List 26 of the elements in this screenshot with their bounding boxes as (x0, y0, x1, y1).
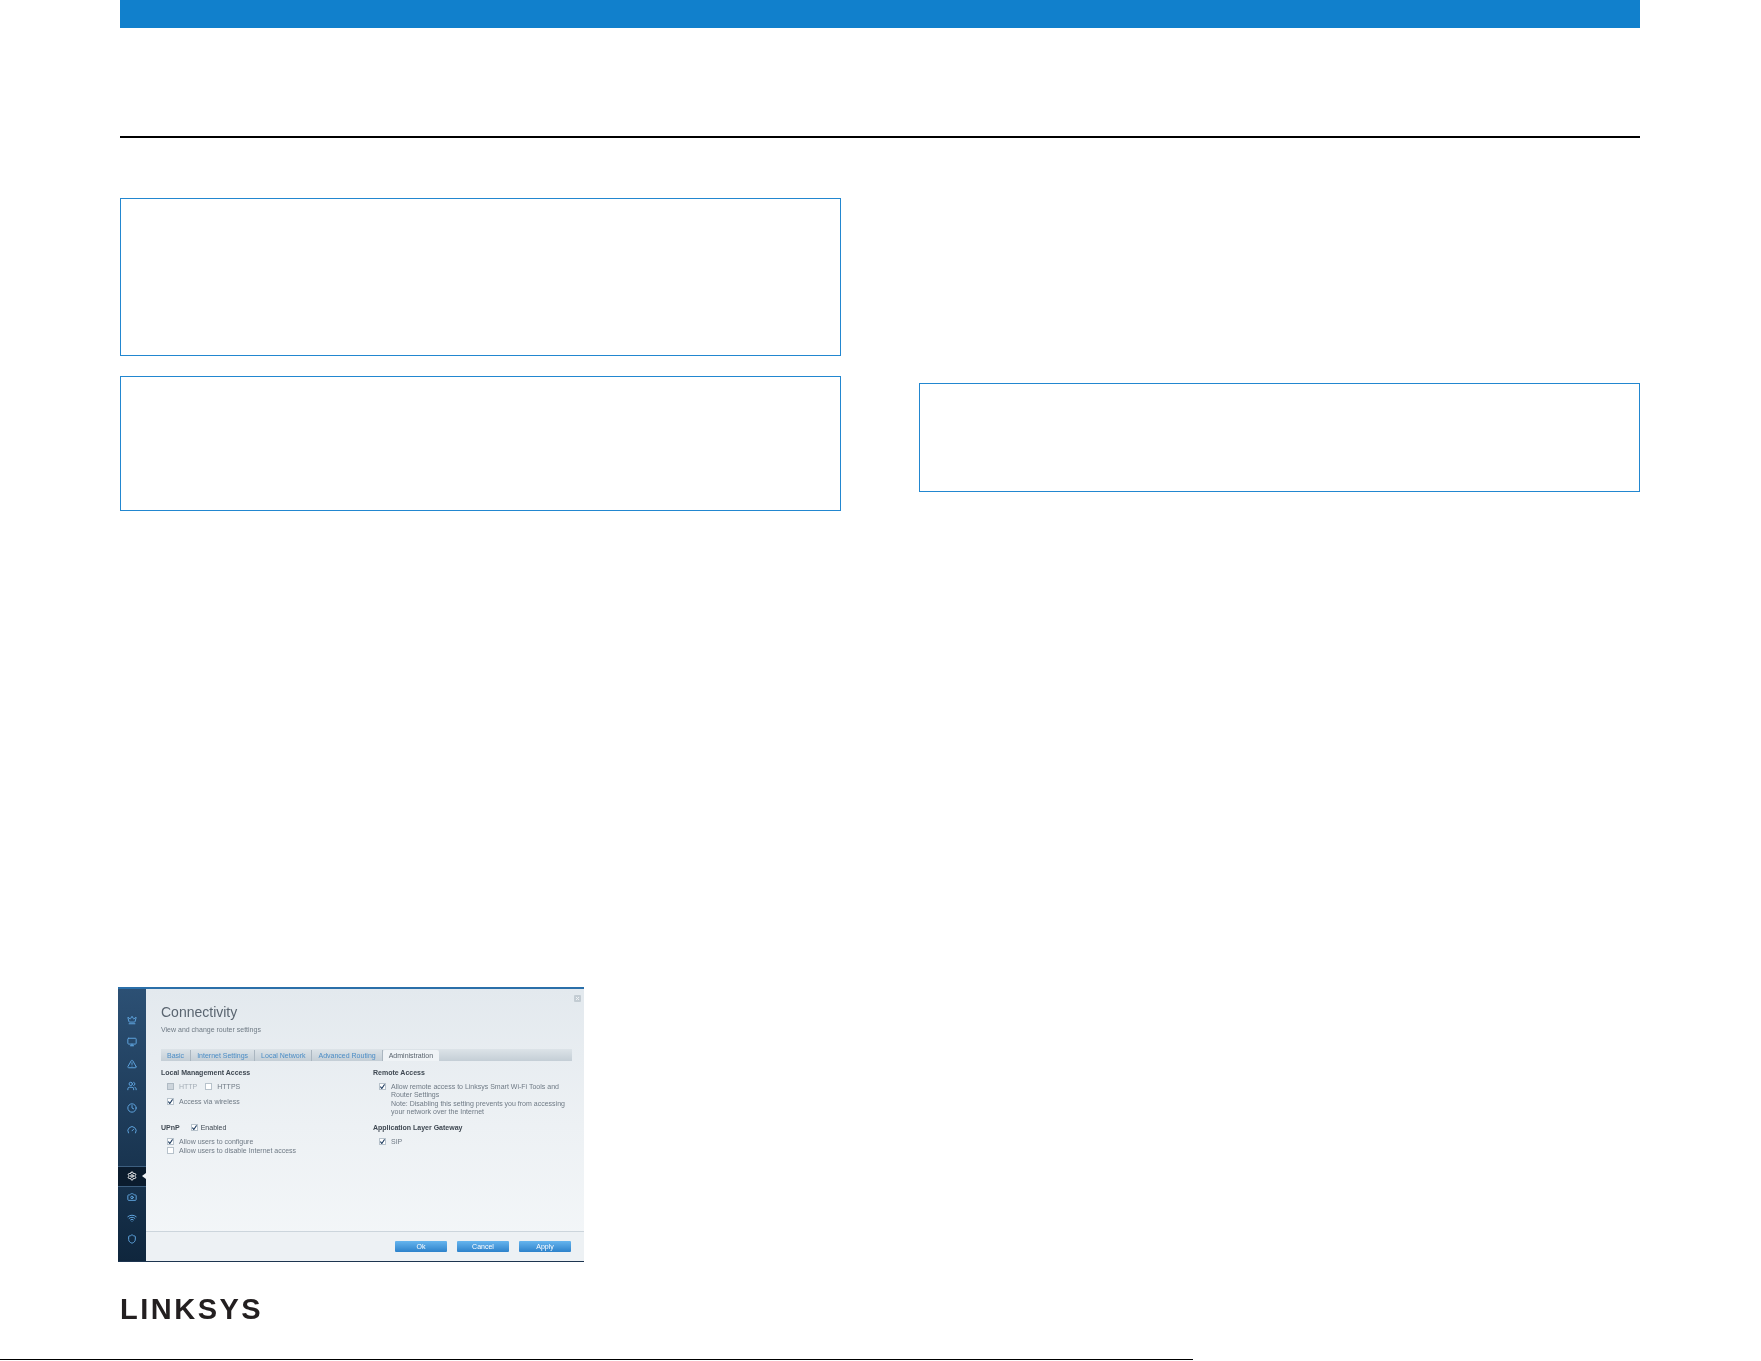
check-icon (168, 1138, 173, 1144)
check-icon (168, 1098, 173, 1104)
check-icon (191, 1125, 197, 1130)
checkbox[interactable] (167, 1146, 174, 1154)
checkbox[interactable] (167, 1097, 174, 1105)
pointer-icon (142, 1173, 146, 1179)
check-icon (380, 1083, 385, 1089)
page-title: Connectivity (161, 1003, 239, 1020)
logo: LINKSYS (120, 1294, 264, 1324)
crown-icon (127, 1014, 137, 1025)
people-icon (127, 1080, 137, 1091)
check-icon (380, 1138, 385, 1144)
gauge-icon (127, 1124, 137, 1135)
checkbox[interactable] (379, 1082, 386, 1090)
camera-icon (127, 1192, 137, 1202)
checkbox[interactable] (379, 1137, 386, 1145)
wifi-icon (127, 1213, 137, 1223)
shield-icon (127, 1234, 137, 1244)
settings-icon (127, 1171, 137, 1181)
clock-icon (127, 1102, 137, 1113)
checkbox[interactable] (190, 1124, 198, 1131)
monitor-icon (127, 1036, 137, 1047)
checkbox[interactable] (205, 1082, 213, 1090)
warning-icon (127, 1058, 137, 1069)
checkbox[interactable] (167, 1137, 174, 1145)
sidebar-item[interactable] (118, 1165, 146, 1187)
